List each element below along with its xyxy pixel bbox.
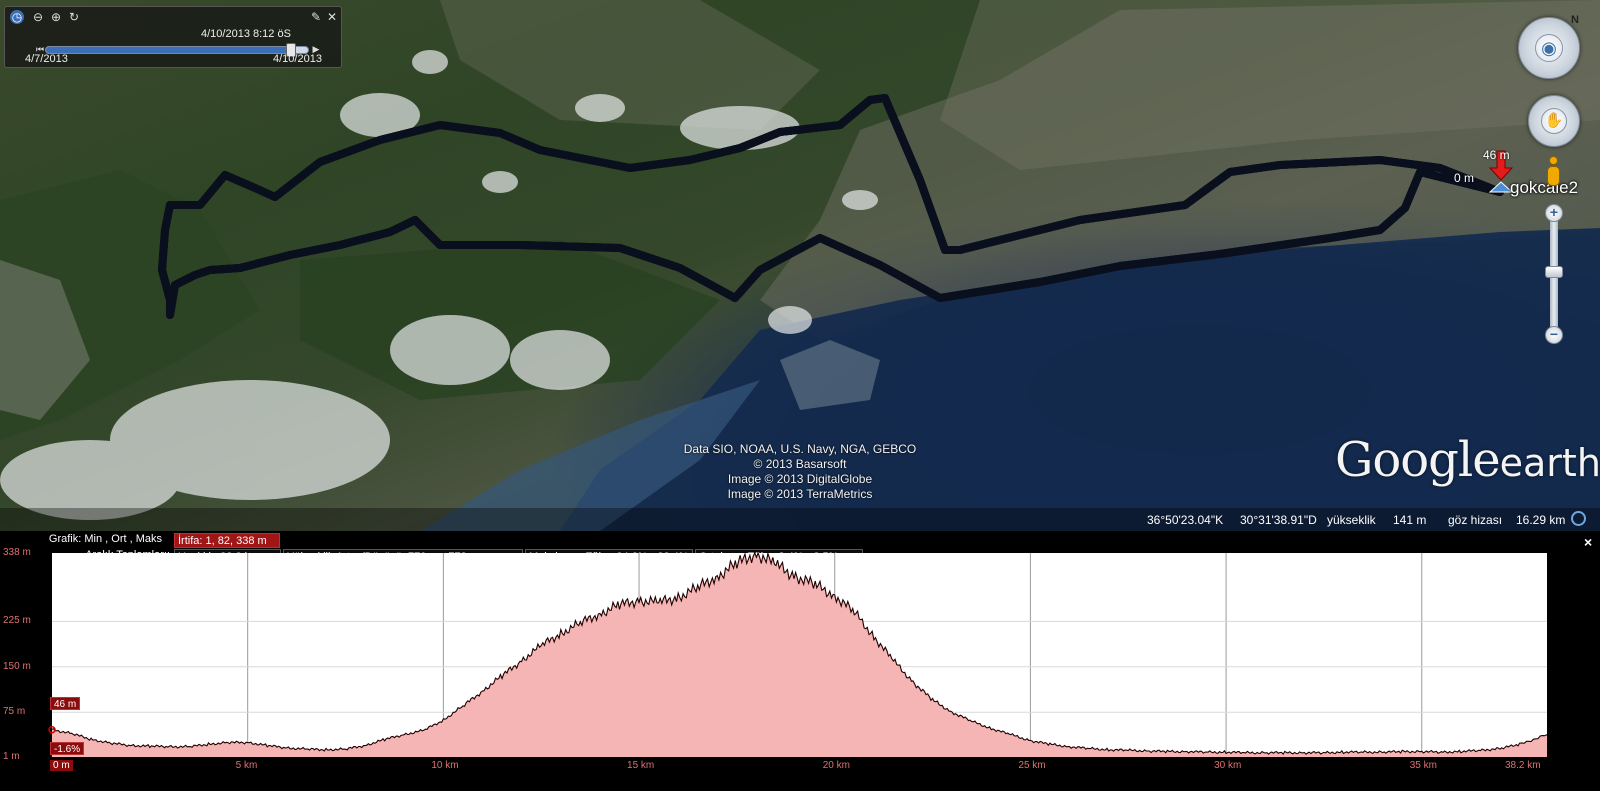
y-tick-label: 225 m	[3, 615, 31, 627]
zoom-out-button[interactable]: −	[1545, 326, 1563, 344]
marker-base-altitude: 0 m	[1454, 171, 1475, 185]
zoom-slider-knob[interactable]	[1545, 266, 1563, 278]
eye-icon[interactable]: ◉	[1535, 34, 1563, 62]
street-view-pegman-icon[interactable]	[1545, 156, 1561, 192]
x-tick-label: 5 km	[235, 760, 258, 771]
hand-icon[interactable]: ✋	[1541, 108, 1567, 134]
cursor-slope-badge: -1.6%	[50, 742, 85, 755]
credit-line: Data SIO, NOAA, U.S. Navy, NGA, GEBCO	[683, 442, 917, 456]
imagery-credits: Data SIO, NOAA, U.S. Navy, NGA, GEBCO © …	[650, 442, 950, 502]
time-slider-panel: ◷ ⊖ ⊕ ↻ ✎ ✕ 4/10/2013 8:12 öS ⏮ ▶ 4/7/20…	[4, 6, 342, 68]
time-slider-fill	[46, 47, 290, 53]
y-tick-label: 75 m	[3, 706, 26, 718]
x-tick-label: 38.2 km	[1505, 760, 1541, 771]
cursor-altitude-badge: 46 m	[50, 697, 81, 710]
current-time: 4/10/2013 8:12 öS	[201, 28, 291, 40]
elevation-value: 141 m	[1393, 513, 1427, 527]
credit-line: Image © 2013 DigitalGlobe	[727, 472, 873, 486]
satellite-map-view[interactable]: 46 m 0 m gokcale2 Data SIO, NOAA, U.S. N…	[0, 0, 1600, 531]
longitude: 30°31'38.91"D	[1240, 513, 1317, 527]
end-date: 4/10/2013	[273, 53, 322, 65]
zoom-in-time-icon[interactable]: ⊕	[49, 10, 63, 24]
google-earth-window: 46 m 0 m gokcale2 Data SIO, NOAA, U.S. N…	[0, 0, 1600, 791]
start-date: 4/7/2013	[25, 53, 68, 65]
zoom-in-button[interactable]: +	[1545, 204, 1563, 222]
y-tick-label: 150 m	[3, 660, 31, 672]
elevation-chart[interactable]	[0, 531, 1600, 791]
zoom-out-time-icon[interactable]: ⊖	[31, 10, 45, 24]
x-tick-label: 30 km	[1214, 760, 1242, 771]
x-tick-label: 15 km	[627, 760, 655, 771]
time-slider-track[interactable]	[45, 46, 309, 54]
look-around-control[interactable]: ◉ N	[1518, 14, 1580, 79]
status-bar: 36°50'23.04"K 30°31'38.91"D yükseklik 14…	[0, 508, 1600, 531]
x-tick-label: 35 km	[1409, 760, 1437, 771]
y-tick-label: 1 m	[3, 751, 20, 762]
elevation-label: yükseklik	[1327, 513, 1376, 527]
x-tick-label: 0 m	[50, 760, 73, 771]
eye-altitude-value: 16.29 km	[1516, 513, 1566, 527]
marker-top-altitude: 46 m	[1483, 148, 1510, 162]
elevation-profile-panel: Grafik: Min , Ort , Maks İrtifa: 1, 82, …	[0, 531, 1600, 791]
google-earth-logo: Googleearth	[1335, 432, 1600, 488]
refresh-icon[interactable]: ↻	[67, 10, 81, 24]
close-icon[interactable]: ✕	[325, 10, 339, 24]
eye-altitude-label: göz hizası	[1448, 513, 1503, 527]
latitude: 36°50'23.04"K	[1147, 513, 1224, 527]
credit-line: © 2013 Basarsoft	[753, 457, 847, 471]
logo-word: Google	[1335, 432, 1501, 488]
y-tick-label: 338 m	[3, 547, 31, 558]
clock-icon[interactable]: ◷	[10, 10, 24, 24]
compass-north-label[interactable]: N	[1571, 14, 1579, 26]
streaming-globe-icon	[1571, 511, 1586, 526]
x-tick-label: 20 km	[822, 760, 850, 771]
credit-line: Image © 2013 TerraMetrics	[727, 487, 873, 501]
logo-suffix: earth	[1499, 441, 1600, 485]
x-tick-label: 10 km	[431, 760, 459, 771]
x-tick-label: 25 km	[1018, 760, 1046, 771]
wrench-icon[interactable]: ✎	[309, 10, 323, 24]
move-control[interactable]: ✋	[1528, 95, 1580, 147]
